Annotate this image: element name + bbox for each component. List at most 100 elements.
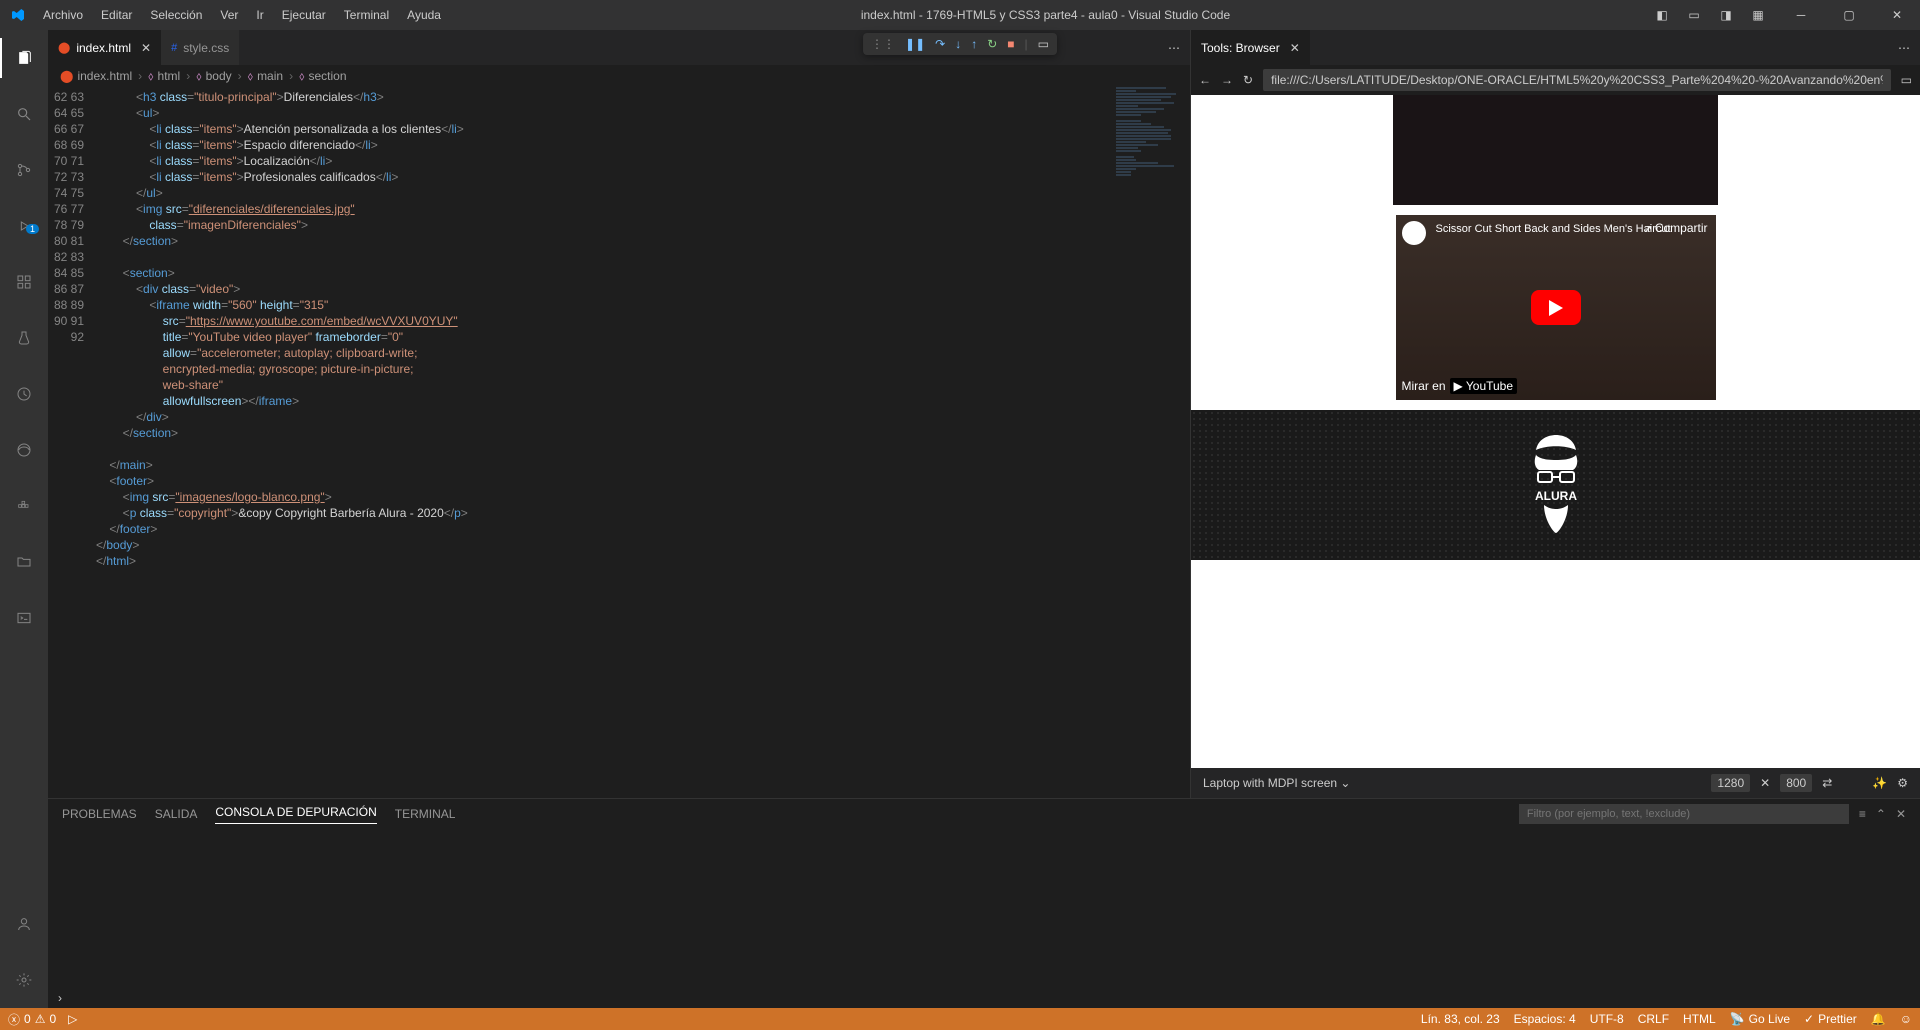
- toggle-panel-icon[interactable]: ▭: [1682, 8, 1706, 22]
- debug-status-icon[interactable]: ▷: [68, 1011, 77, 1028]
- menu-terminal[interactable]: Terminal: [336, 4, 397, 26]
- filter-input[interactable]: [1519, 804, 1849, 824]
- cursor-position[interactable]: Lín. 83, col. 23: [1421, 1012, 1500, 1026]
- tab-terminal[interactable]: TERMINAL: [395, 807, 456, 821]
- tab-problemas[interactable]: PROBLEMAS: [62, 807, 137, 821]
- magic-icon[interactable]: ✨: [1872, 776, 1887, 790]
- eol[interactable]: CRLF: [1638, 1012, 1669, 1026]
- close-icon[interactable]: ✕: [1896, 807, 1906, 821]
- code-editor[interactable]: 62 63 64 65 66 67 68 69 70 71 72 73 74 7…: [48, 87, 1190, 798]
- minimize-button[interactable]: ─: [1778, 0, 1824, 30]
- debug-pause-icon[interactable]: ❚❚: [905, 37, 925, 51]
- menu-archivo[interactable]: Archivo: [35, 4, 91, 26]
- maximize-button[interactable]: ▢: [1826, 0, 1872, 30]
- language-mode[interactable]: HTML: [1683, 1012, 1716, 1026]
- browser-back-icon[interactable]: ←: [1199, 73, 1211, 87]
- explorer-icon[interactable]: [0, 38, 48, 78]
- toggle-rightbar-icon[interactable]: ◨: [1714, 8, 1738, 22]
- tab-close-icon[interactable]: ✕: [141, 41, 151, 55]
- menu-ver[interactable]: Ver: [212, 4, 246, 26]
- layout-controls: ◧ ▭ ◨ ▦: [1642, 8, 1778, 22]
- search-icon[interactable]: [0, 94, 48, 134]
- indentation[interactable]: Espacios: 4: [1514, 1012, 1576, 1026]
- breadcrumb[interactable]: ⬤ index.html › ⬨ html › ⬨ body › ⬨ main …: [48, 65, 1190, 87]
- debug-icon[interactable]: 1: [0, 206, 48, 246]
- browser-tab-tools[interactable]: Tools: Browser ✕: [1191, 30, 1310, 65]
- menu-ayuda[interactable]: Ayuda: [399, 4, 449, 26]
- console-icon[interactable]: [0, 598, 48, 638]
- debug-drag-icon[interactable]: ⋮⋮: [871, 37, 895, 51]
- tab-salida[interactable]: SALIDA: [155, 807, 198, 821]
- preview-video[interactable]: Scissor Cut Short Back and Sides Men's H…: [1396, 215, 1716, 400]
- account-icon[interactable]: [0, 904, 48, 944]
- browser-preview[interactable]: Scissor Cut Short Back and Sides Men's H…: [1191, 95, 1920, 768]
- preview-image: [1393, 95, 1718, 205]
- video-title: Scissor Cut Short Back and Sides Men's H…: [1436, 223, 1671, 235]
- encoding[interactable]: UTF-8: [1590, 1012, 1624, 1026]
- close-icon[interactable]: ✕: [1760, 776, 1770, 790]
- tab-index-html[interactable]: ⬤ index.html ✕: [48, 30, 161, 65]
- statusbar: ⓧ 0 ⚠ 0 ▷ Lín. 83, col. 23 Espacios: 4 U…: [0, 1008, 1920, 1030]
- extensions-icon[interactable]: [0, 262, 48, 302]
- breadcrumb-footer[interactable]: ›: [48, 988, 1920, 1008]
- testing-icon[interactable]: [0, 318, 48, 358]
- minimap[interactable]: [1110, 87, 1190, 798]
- tab-label: Tools: Browser: [1201, 41, 1280, 55]
- browser-tabs: Tools: Browser ✕ ⋯: [1191, 30, 1920, 65]
- editor-more-icon[interactable]: ⋯: [1888, 41, 1920, 55]
- settings-icon[interactable]: [0, 960, 48, 1000]
- folder-icon[interactable]: [0, 542, 48, 582]
- go-live[interactable]: 📡 Go Live: [1730, 1012, 1790, 1026]
- terminal-body[interactable]: [48, 829, 1920, 988]
- device-select[interactable]: Laptop with MDPI screen ⌄: [1203, 776, 1350, 790]
- debug-stop-icon[interactable]: ■: [1007, 37, 1014, 51]
- play-button-icon[interactable]: [1531, 290, 1581, 325]
- browser-devtools-icon[interactable]: ▭: [1901, 73, 1912, 87]
- devtools-icon[interactable]: ⚙: [1897, 776, 1908, 790]
- device-height[interactable]: 800: [1780, 774, 1812, 792]
- errors-count[interactable]: ⓧ 0 ⚠ 0: [8, 1011, 56, 1028]
- device-width[interactable]: 1280: [1711, 774, 1750, 792]
- timeline-icon[interactable]: [0, 374, 48, 414]
- collapse-icon[interactable]: ⌃: [1876, 807, 1886, 821]
- debug-toolbar[interactable]: ⋮⋮ ❚❚ ↷ ↓ ↑ ↻ ■ | ▭: [863, 33, 1057, 55]
- prettier-status[interactable]: ✓ Prettier: [1804, 1012, 1857, 1026]
- menu-ejecutar[interactable]: Ejecutar: [274, 4, 334, 26]
- share-icon[interactable]: ↗ Compartir: [1644, 221, 1708, 235]
- debug-stepover-icon[interactable]: ↷: [935, 37, 945, 51]
- preview-footer: ALURA: [1191, 410, 1920, 560]
- svg-text:ALURA: ALURA: [1535, 489, 1577, 503]
- debug-devtools-icon[interactable]: ▭: [1038, 37, 1049, 51]
- menu-editar[interactable]: Editar: [93, 4, 140, 26]
- customize-layout-icon[interactable]: ▦: [1746, 8, 1770, 22]
- edge-icon[interactable]: [0, 430, 48, 470]
- debug-restart-icon[interactable]: ↻: [987, 37, 997, 51]
- tab-label: index.html: [76, 41, 131, 55]
- browser-address-input[interactable]: [1263, 69, 1891, 91]
- settings-icon[interactable]: ≡: [1859, 807, 1866, 821]
- code-content[interactable]: <h3 class="titulo-principal">Diferencial…: [96, 87, 1110, 798]
- notifications-icon[interactable]: 🔔: [1871, 1012, 1886, 1026]
- rotate-icon[interactable]: ⇄: [1822, 776, 1832, 790]
- activity-bar: 1: [0, 30, 48, 1008]
- vscode-logo-icon: [0, 7, 35, 23]
- window-title: index.html - 1769-HTML5 y CSS3 parte4 - …: [449, 8, 1642, 22]
- feedback-icon[interactable]: ☺: [1900, 1012, 1912, 1026]
- close-button[interactable]: ✕: [1874, 0, 1920, 30]
- tab-style-css[interactable]: # style.css: [161, 30, 239, 65]
- toggle-sidebar-icon[interactable]: ◧: [1650, 8, 1674, 22]
- browser-forward-icon[interactable]: →: [1221, 73, 1233, 87]
- tab-consola[interactable]: CONSOLA DE DEPURACIÓN: [215, 805, 376, 824]
- editor-more-icon[interactable]: ⋯: [1158, 41, 1190, 55]
- tab-close-icon[interactable]: ✕: [1290, 41, 1300, 55]
- menu-ir[interactable]: Ir: [248, 4, 271, 26]
- scm-icon[interactable]: [0, 150, 48, 190]
- menu-seleccion[interactable]: Selección: [142, 4, 210, 26]
- debug-stepin-icon[interactable]: ↓: [955, 37, 961, 51]
- watch-on-youtube[interactable]: Mirar en ▶ YouTube: [1402, 378, 1518, 394]
- browser-reload-icon[interactable]: ↻: [1243, 73, 1253, 87]
- line-gutter: 62 63 64 65 66 67 68 69 70 71 72 73 74 7…: [48, 87, 96, 798]
- debug-stepout-icon[interactable]: ↑: [971, 37, 977, 51]
- titlebar: Archivo Editar Selección Ver Ir Ejecutar…: [0, 0, 1920, 30]
- docker-icon[interactable]: [0, 486, 48, 526]
